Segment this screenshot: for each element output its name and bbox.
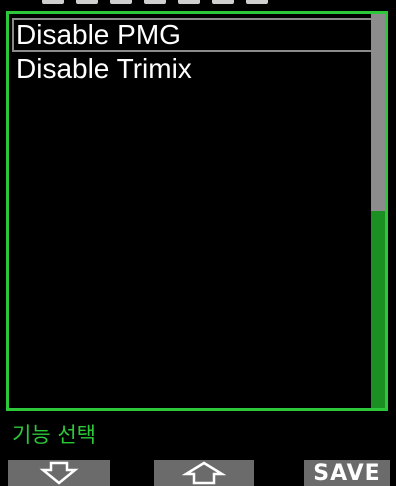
arrow-down-icon bbox=[39, 461, 79, 485]
indicator bbox=[178, 0, 200, 4]
menu-frame: Disable PMG Disable Trimix bbox=[6, 11, 388, 411]
status-text: 기능 선택 bbox=[12, 423, 96, 447]
indicator bbox=[144, 0, 166, 4]
down-button[interactable] bbox=[8, 460, 110, 486]
scrollbar[interactable] bbox=[371, 14, 385, 408]
arrow-up-icon bbox=[182, 461, 226, 485]
indicator bbox=[42, 0, 64, 4]
save-button-label: SAVE bbox=[313, 460, 381, 486]
indicator bbox=[110, 0, 132, 4]
save-button[interactable]: SAVE bbox=[304, 460, 390, 486]
top-status-strip bbox=[0, 0, 396, 8]
scrollbar-thumb[interactable] bbox=[371, 14, 385, 211]
menu-item-label: Disable Trimix bbox=[16, 53, 192, 84]
menu-list: Disable PMG Disable Trimix bbox=[12, 18, 375, 86]
menu-item-disable-trimix[interactable]: Disable Trimix bbox=[12, 52, 375, 86]
indicator bbox=[212, 0, 234, 4]
menu-item-disable-pmg[interactable]: Disable PMG bbox=[12, 18, 375, 52]
up-button[interactable] bbox=[154, 460, 254, 486]
menu-item-label: Disable PMG bbox=[16, 19, 181, 50]
indicator bbox=[76, 0, 98, 4]
indicator bbox=[246, 0, 268, 4]
top-indicators bbox=[42, 0, 268, 4]
